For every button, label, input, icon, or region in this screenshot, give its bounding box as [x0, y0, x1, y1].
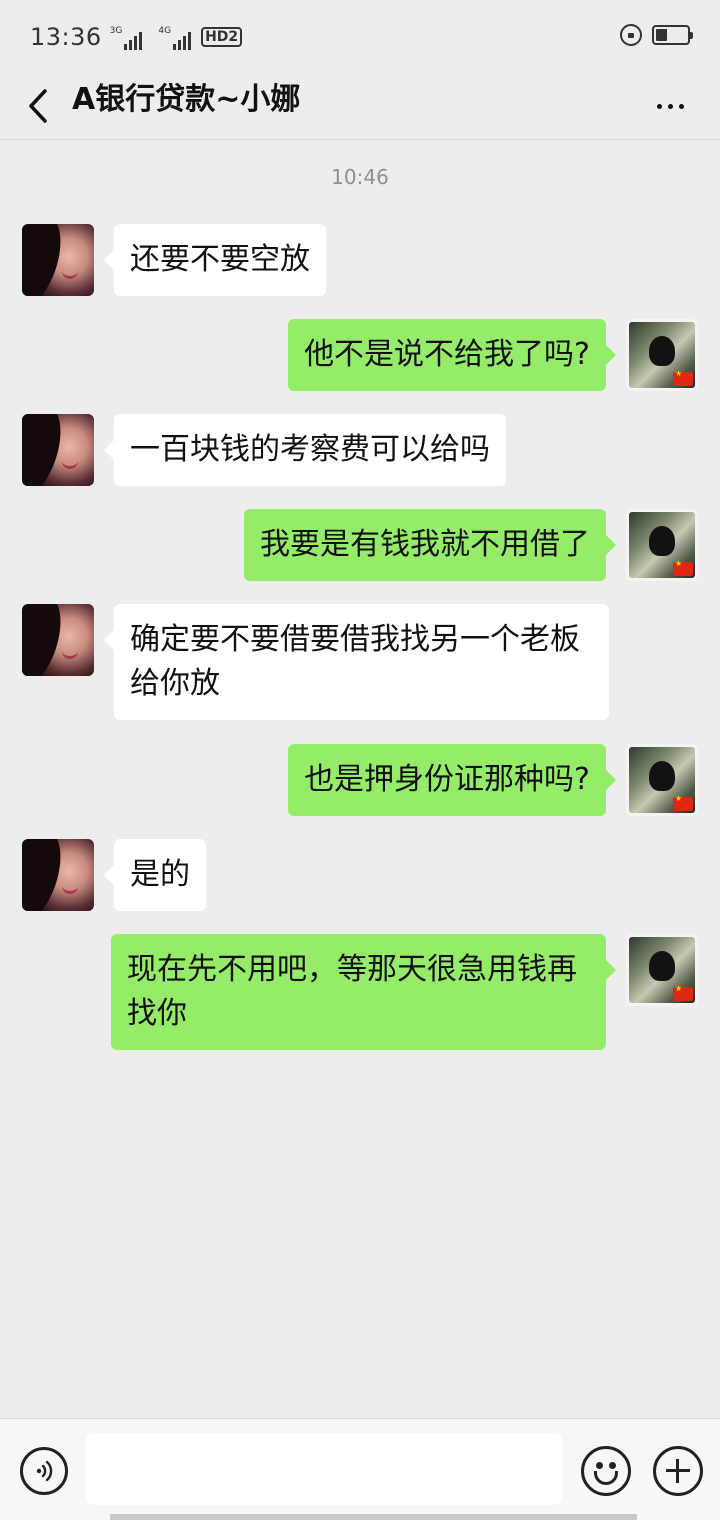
message-timestamp: 10:46: [331, 165, 389, 189]
contact-avatar[interactable]: [22, 604, 94, 676]
china-flag-icon: [673, 984, 693, 1001]
message-bubble-sent[interactable]: 他不是说不给我了吗?: [288, 319, 616, 391]
input-bar: [0, 1418, 720, 1520]
message-bubble-sent[interactable]: 我要是有钱我就不用借了: [244, 509, 616, 581]
message-bubble-sent[interactable]: 现在先不用吧，等那天很急用钱再找你: [111, 934, 616, 1050]
bottom-divider: [110, 1514, 637, 1520]
chevron-left-icon: [29, 89, 47, 123]
message-bubble-sent[interactable]: 也是押身份证那种吗?: [288, 744, 616, 816]
contact-avatar[interactable]: [22, 224, 94, 296]
china-flag-icon: [673, 794, 693, 811]
more-options-button[interactable]: [650, 86, 690, 126]
status-time: 13:36: [30, 23, 102, 51]
message-bubble-received[interactable]: 一百块钱的考察费可以给吗: [104, 414, 506, 486]
china-flag-icon: [673, 369, 693, 386]
status-bar: 13:36 3G 4G HD2: [0, 0, 720, 74]
more-dots-icon: [656, 103, 662, 109]
my-avatar[interactable]: [626, 934, 698, 1006]
hd-voice-icon: HD2: [201, 27, 243, 47]
chat-title: A银行贷款~小娜: [72, 82, 301, 117]
my-avatar[interactable]: [626, 509, 698, 581]
voice-icon: [36, 1460, 53, 1482]
message-bubble-received[interactable]: 确定要不要借要借我找另一个老板给你放: [104, 604, 609, 720]
back-button[interactable]: [20, 82, 56, 130]
signal-3g-icon: 3G: [110, 24, 151, 50]
battery-icon: [652, 25, 693, 45]
message-bubble-received[interactable]: 是的: [104, 839, 206, 911]
my-avatar[interactable]: [626, 319, 698, 391]
emoji-icon: [594, 1471, 618, 1485]
emoji-button[interactable]: [581, 1446, 631, 1496]
signal-4g-icon: 4G: [158, 24, 199, 50]
voice-button[interactable]: [20, 1447, 68, 1495]
plus-button[interactable]: [653, 1446, 703, 1496]
message-bubble-received[interactable]: 还要不要空放: [104, 224, 326, 296]
contact-avatar[interactable]: [22, 839, 94, 911]
my-avatar[interactable]: [626, 744, 698, 816]
message-input[interactable]: [86, 1433, 562, 1505]
chat-header: A银行贷款~小娜: [0, 74, 720, 140]
contact-avatar[interactable]: [22, 414, 94, 486]
rotation-lock-icon: [620, 24, 642, 46]
china-flag-icon: [673, 559, 693, 576]
